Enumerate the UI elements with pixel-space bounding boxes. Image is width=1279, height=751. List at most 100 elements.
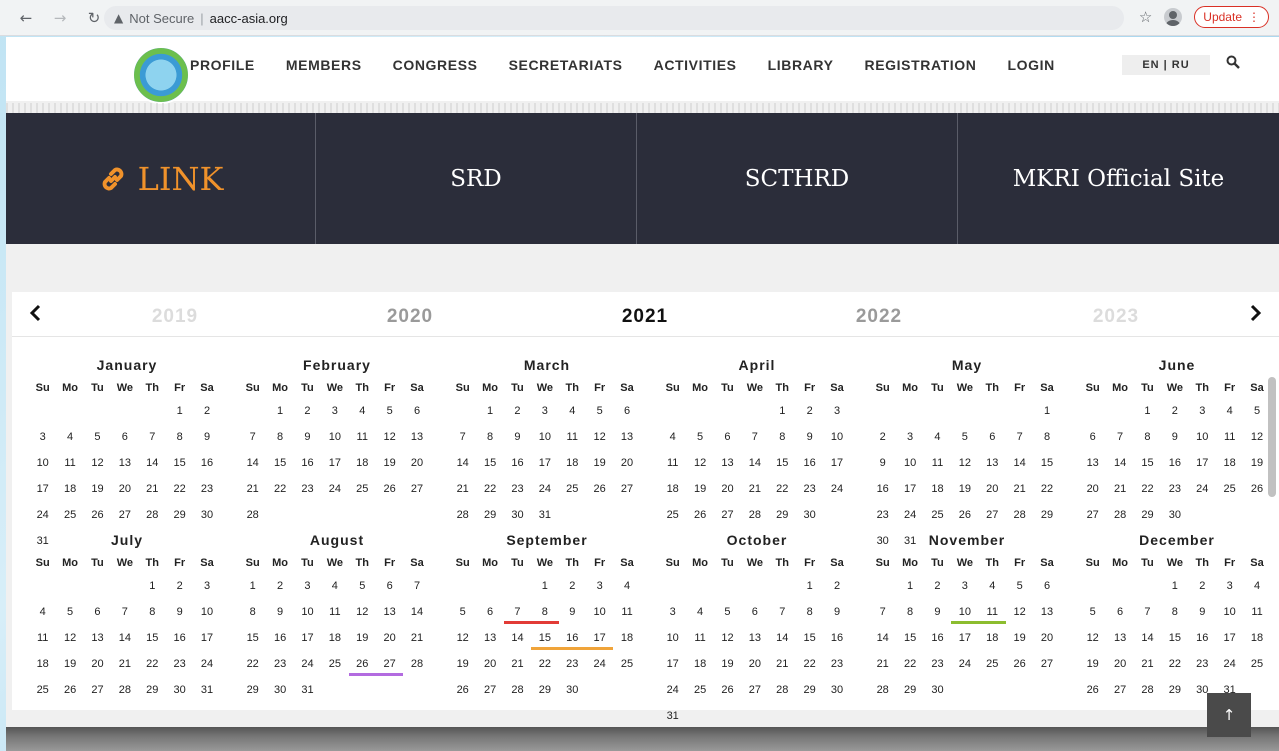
calendar-day[interactable]: 30 [504,502,531,528]
calendar-day[interactable]: 6 [1106,599,1133,625]
calendar-day[interactable]: 15 [1161,625,1188,651]
calendar-day[interactable]: 4 [686,599,713,625]
calendar-day[interactable]: 30 [1161,502,1188,528]
calendar-day[interactable]: 14 [403,599,430,625]
link-scthrd[interactable]: SCTHRD [637,113,958,244]
calendar-day[interactable]: 12 [686,450,713,476]
calendar-day[interactable]: 14 [769,625,796,651]
calendar-day[interactable]: 13 [613,424,640,450]
calendar-day[interactable]: 24 [1216,651,1243,677]
calendar-day[interactable]: 23 [504,476,531,502]
forward-icon[interactable]: → [52,9,68,27]
calendar-day[interactable]: 29 [896,677,923,703]
calendar-day[interactable]: 25 [979,651,1006,677]
calendar-day[interactable]: 15 [1033,450,1060,476]
calendar-day[interactable]: 29 [796,677,823,703]
calendar-day[interactable]: 19 [349,625,376,651]
calendar-day[interactable]: 5 [586,398,613,424]
calendar-day[interactable]: 13 [1079,450,1106,476]
calendar-day[interactable]: 19 [1079,651,1106,677]
calendar-day[interactable]: 23 [796,476,823,502]
calendar-day[interactable]: 3 [531,398,558,424]
calendar-day[interactable]: 23 [266,651,293,677]
calendar-day[interactable]: 2 [869,424,896,450]
calendar-day[interactable]: 3 [29,424,56,450]
calendar-day[interactable]: 16 [266,625,293,651]
calendar-day[interactable]: 21 [869,651,896,677]
calendar-day[interactable]: 10 [586,599,613,625]
calendar-day[interactable]: 16 [823,625,850,651]
calendar-day[interactable]: 13 [84,625,111,651]
calendar-day[interactable]: 4 [979,573,1006,599]
calendar-day[interactable]: 19 [586,450,613,476]
calendar-day[interactable]: 10 [29,450,56,476]
calendar-day[interactable]: 27 [741,677,768,703]
calendar-day[interactable]: 1 [139,573,166,599]
calendar-day[interactable]: 23 [823,651,850,677]
calendar-day[interactable]: 20 [714,476,741,502]
calendar-day[interactable]: 22 [1161,651,1188,677]
calendar-day[interactable]: 4 [321,573,348,599]
calendar-day[interactable]: 22 [1033,476,1060,502]
calendar-day[interactable]: 28 [239,502,266,528]
calendar-day[interactable]: 31 [659,703,686,729]
next-year-arrow-icon[interactable] [1249,304,1263,322]
calendar-day[interactable]: 5 [714,599,741,625]
nav-item-members[interactable]: MEMBERS [286,57,362,73]
calendar-day[interactable]: 17 [321,450,348,476]
calendar-day[interactable]: 4 [349,398,376,424]
calendar-day[interactable]: 15 [769,450,796,476]
calendar-day[interactable]: 24 [321,476,348,502]
calendar-day[interactable]: 29 [1134,502,1161,528]
calendar-day[interactable]: 26 [84,502,111,528]
calendar-day[interactable]: 15 [1134,450,1161,476]
calendar-day[interactable]: 9 [294,424,321,450]
calendar-day[interactable]: 4 [659,424,686,450]
nav-item-activities[interactable]: ACTIVITIES [654,57,737,73]
calendar-day[interactable]: 14 [1134,625,1161,651]
calendar-day[interactable]: 8 [1161,599,1188,625]
aacc-logo[interactable] [132,46,190,104]
calendar-day[interactable]: 15 [896,625,923,651]
calendar-day[interactable]: 7 [111,599,138,625]
calendar-day[interactable]: 1 [1161,573,1188,599]
calendar-day[interactable]: 28 [769,677,796,703]
calendar-day[interactable]: 22 [266,476,293,502]
calendar-day[interactable]: 24 [193,651,220,677]
calendar-day[interactable]: 9 [266,599,293,625]
calendar-day[interactable]: 5 [376,398,403,424]
calendar-day[interactable]: 18 [29,651,56,677]
calendar-day[interactable]: 6 [979,424,1006,450]
calendar-day[interactable]: 16 [193,450,220,476]
calendar-day[interactable]: 24 [951,651,978,677]
calendar-day[interactable]: 2 [924,573,951,599]
calendar-day[interactable]: 2 [823,573,850,599]
calendar-day[interactable]: 21 [239,476,266,502]
scrollbar-thumb[interactable] [1268,377,1276,497]
back-icon[interactable]: ← [18,9,34,27]
calendar-day[interactable]: 9 [1161,424,1188,450]
calendar-day[interactable]: 18 [686,651,713,677]
calendar-day[interactable]: 28 [869,677,896,703]
calendar-day[interactable]: 21 [741,476,768,502]
calendar-day[interactable]: 25 [559,476,586,502]
calendar-day[interactable]: 15 [239,625,266,651]
calendar-day[interactable]: 2 [559,573,586,599]
event-day[interactable]: 17 [585,625,614,651]
calendar-day[interactable]: 25 [686,677,713,703]
calendar-day[interactable]: 7 [769,599,796,625]
calendar-day[interactable]: 13 [403,424,430,450]
calendar-day[interactable]: 22 [796,651,823,677]
calendar-day[interactable]: 8 [1134,424,1161,450]
calendar-day[interactable]: 12 [449,625,476,651]
nav-item-secretariats[interactable]: SECRETARIATS [509,57,623,73]
calendar-day[interactable]: 19 [951,476,978,502]
calendar-day[interactable]: 8 [769,424,796,450]
calendar-day[interactable]: 4 [559,398,586,424]
calendar-day[interactable]: 29 [476,502,503,528]
calendar-day[interactable]: 11 [686,625,713,651]
calendar-day[interactable]: 28 [449,502,476,528]
calendar-day[interactable]: 12 [951,450,978,476]
calendar-day[interactable]: 23 [193,476,220,502]
calendar-day[interactable]: 2 [266,573,293,599]
